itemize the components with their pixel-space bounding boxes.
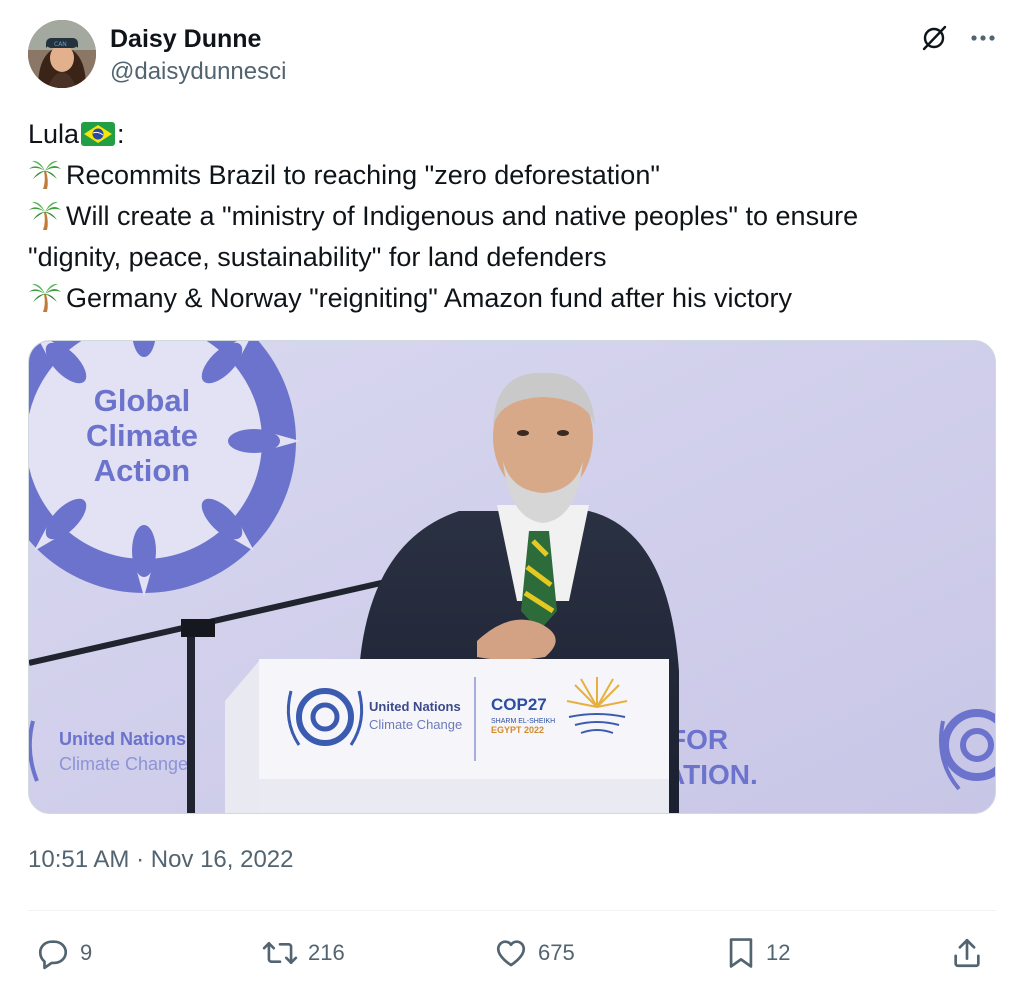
banner-line-3: Action xyxy=(94,453,190,488)
reply-icon xyxy=(36,936,70,970)
tweet-line-2: Recommits Brazil to reaching "zero defor… xyxy=(28,155,988,196)
share-button[interactable] xyxy=(950,928,984,978)
cop-sub-2: EGYPT 2022 xyxy=(491,725,544,735)
un-left-line-1: United Nations xyxy=(59,729,186,749)
like-button[interactable]: 675 xyxy=(494,928,575,978)
tweet-line-5: Germany & Norway "reigniting" Amazon fun… xyxy=(28,278,988,319)
tweet-text-point-2a: Will create a "ministry of Indigenous an… xyxy=(66,201,859,231)
like-count: 675 xyxy=(538,940,575,965)
more-options-icon[interactable] xyxy=(970,34,996,42)
palm-tree-icon xyxy=(28,282,62,312)
heart-icon xyxy=(494,936,528,970)
banner-line-1: Global xyxy=(94,383,190,418)
tweet-line-1: Lula: xyxy=(28,114,988,155)
tweet-media-image[interactable]: Global Climate Action United Nations Cli… xyxy=(28,340,996,814)
tweet-header: CAN Daisy Dunne @daisydunnesci xyxy=(28,20,996,90)
tweet-timestamp[interactable]: 10:51 AM · Nov 16, 2022 xyxy=(28,846,294,874)
palm-tree-icon xyxy=(28,200,62,230)
retweet-icon xyxy=(262,936,298,970)
grok-icon[interactable] xyxy=(920,24,948,52)
tweet-text: Lula: Recommits Brazil to reaching "zero… xyxy=(28,114,988,319)
un-left-line-2: Climate Change xyxy=(59,754,188,774)
author-display-name[interactable]: Daisy Dunne xyxy=(110,24,286,54)
avatar[interactable]: CAN xyxy=(28,20,96,88)
podium-un-line-1: United Nations xyxy=(369,699,461,714)
tweet-line-4: "dignity, peace, sustainability" for lan… xyxy=(28,242,607,272)
podium-un-line-2: Climate Change xyxy=(369,717,462,732)
bookmark-icon xyxy=(726,936,756,970)
retweet-count: 216 xyxy=(308,940,345,965)
bookmark-button[interactable]: 12 xyxy=(726,928,790,978)
tweet-text-colon: : xyxy=(117,119,125,149)
reply-count: 9 xyxy=(80,940,93,965)
tweet-actions-bar: 9 216 675 12 xyxy=(28,928,996,978)
bookmark-count: 12 xyxy=(766,940,791,965)
podium: United Nations Climate Change COP27 SHAR… xyxy=(225,659,669,813)
divider xyxy=(28,910,996,911)
cop-title: COP27 xyxy=(491,695,547,714)
reply-button[interactable]: 9 xyxy=(36,928,92,978)
svg-text:CAN: CAN xyxy=(54,41,67,48)
tweet-text-lula: Lula xyxy=(28,119,80,149)
retweet-button[interactable]: 216 xyxy=(262,928,345,978)
palm-tree-icon xyxy=(28,159,62,189)
tweet-text-point-1: Recommits Brazil to reaching "zero defor… xyxy=(66,160,660,190)
tweet-text-point-3: Germany & Norway "reigniting" Amazon fun… xyxy=(66,283,792,313)
brazil-flag-icon xyxy=(81,117,116,146)
cop-sub-1: SHARM EL-SHEIKH xyxy=(491,718,555,725)
banner-line-2: Climate xyxy=(86,418,198,453)
author-handle[interactable]: @daisydunnesci xyxy=(110,56,286,88)
tweet-line-3: Will create a "ministry of Indigenous an… xyxy=(28,196,988,237)
share-icon xyxy=(950,936,984,970)
